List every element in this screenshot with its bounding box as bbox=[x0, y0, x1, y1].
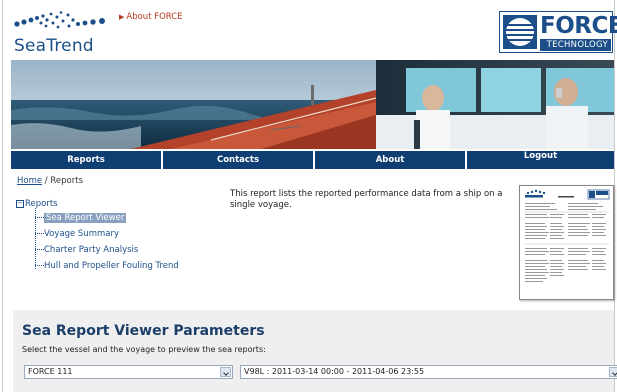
nav-logout[interactable]: Logout bbox=[467, 151, 614, 169]
tree-item-voyage-summary[interactable]: Voyage Summary bbox=[35, 228, 119, 241]
globe-icon bbox=[503, 15, 537, 49]
tree-item-hull-propeller-fouling-trend[interactable]: Hull and Propeller Fouling Trend bbox=[35, 260, 179, 273]
force-logo-sub: TECHNOLOGY bbox=[540, 39, 611, 51]
breadcrumb-current: Reports bbox=[50, 176, 83, 186]
about-force-link[interactable]: ▶ About FORCE bbox=[119, 12, 183, 22]
nav-reports[interactable]: Reports bbox=[11, 151, 163, 169]
chevron-down-icon[interactable] bbox=[609, 367, 617, 377]
vessel-select[interactable]: FORCE 111 bbox=[24, 365, 233, 379]
breadcrumb-home-link[interactable]: Home bbox=[17, 176, 42, 186]
arrow-right-icon: ▶ bbox=[119, 13, 125, 21]
report-preview-thumbnail[interactable] bbox=[519, 185, 614, 300]
nav-contacts[interactable]: Contacts bbox=[163, 151, 315, 169]
header-banner-image bbox=[11, 60, 614, 149]
tree-item-label: Charter Party Analysis bbox=[44, 245, 139, 255]
vessel-select-value: FORCE 111 bbox=[28, 367, 73, 376]
parameters-subtitle: Select the vessel and the voyage to prev… bbox=[22, 345, 266, 354]
force-logo-name: FORCE bbox=[540, 13, 617, 39]
voyage-select[interactable]: V98L : 2011-03-14 00:00 - 2011-04-06 23:… bbox=[240, 365, 617, 379]
report-description: This report lists the reported performan… bbox=[230, 189, 503, 210]
page: SeaTrend ▶About FORCE FORCE TECHNOLOGY bbox=[2, 0, 617, 392]
header: SeaTrend ▶ About FORCE FORCE TECHNOLOGY bbox=[3, 0, 617, 60]
tree-root[interactable]: − Reports bbox=[16, 198, 216, 210]
nav-about[interactable]: About bbox=[315, 151, 467, 169]
collapse-toggle-icon[interactable]: − bbox=[16, 200, 24, 208]
tree-item-label: Hull and Propeller Fouling Trend bbox=[44, 261, 179, 271]
parameters-panel: Sea Report Viewer Parameters Select the … bbox=[13, 310, 617, 392]
report-tree: − Reports Sea Report Viewer Voyage Summa… bbox=[16, 198, 216, 271]
tree-item-charter-party-analysis[interactable]: Charter Party Analysis bbox=[35, 244, 138, 257]
seatrend-logo[interactable]: SeaTrend bbox=[13, 10, 123, 60]
main-nav: Reports Contacts About Logout bbox=[11, 151, 614, 169]
tree-item-sea-report-viewer[interactable]: Sea Report Viewer bbox=[35, 212, 127, 225]
tree-item-label: Sea Report Viewer bbox=[44, 213, 127, 223]
logo-dots-icon bbox=[14, 11, 105, 29]
brand-name: SeaTrend bbox=[14, 36, 94, 56]
about-force-label: About FORCE bbox=[126, 12, 183, 22]
tree-root-label[interactable]: Reports bbox=[25, 198, 58, 210]
parameters-title: Sea Report Viewer Parameters bbox=[22, 323, 265, 339]
breadcrumb: Home / Reports bbox=[17, 176, 83, 186]
force-technology-logo[interactable]: FORCE TECHNOLOGY bbox=[499, 11, 617, 53]
tree-item-label: Voyage Summary bbox=[44, 229, 119, 239]
chevron-down-icon[interactable] bbox=[220, 367, 231, 377]
voyage-select-value: V98L : 2011-03-14 00:00 - 2011-04-06 23:… bbox=[244, 367, 425, 376]
